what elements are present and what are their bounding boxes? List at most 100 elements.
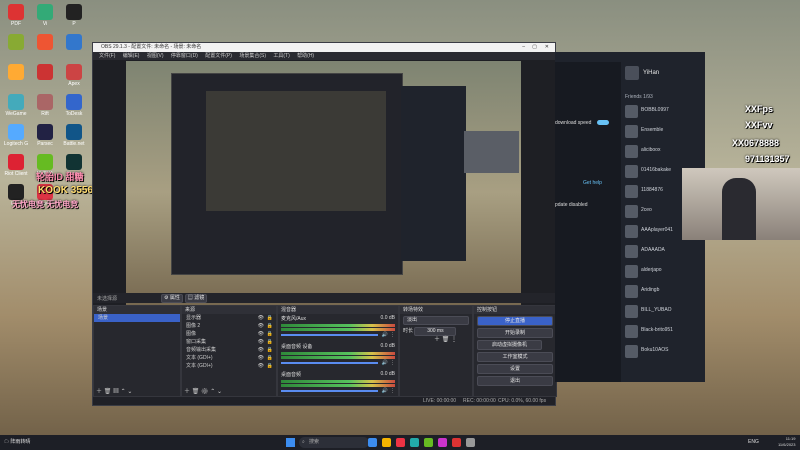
volume-slider[interactable] (281, 362, 378, 364)
source-up-icon[interactable]: ⌃ (210, 389, 215, 395)
desktop-icon[interactable] (3, 64, 29, 81)
add-scene-icon[interactable]: ＋ (96, 389, 102, 395)
source-down-icon[interactable]: ⌄ (217, 389, 222, 395)
desktop-icon[interactable]: Battle.net (61, 124, 87, 147)
visibility-icon[interactable]: 👁 (258, 362, 264, 370)
remove-source-icon[interactable]: 🗑 (192, 389, 200, 395)
friend-item[interactable]: ADAAADA (625, 244, 703, 260)
clock[interactable]: 11:19 11/6/2023 (778, 436, 796, 448)
friend-item[interactable]: BILL_YUBAO (625, 304, 703, 320)
desktop-icon[interactable]: ToDesk (61, 94, 87, 117)
desktop-icon[interactable] (32, 34, 58, 51)
menu-edit[interactable]: 编辑(E) (123, 53, 140, 59)
move-up-icon[interactable]: ⌃ (121, 389, 126, 395)
desktop-icon[interactable]: Rift (32, 94, 58, 117)
download-toggle[interactable] (597, 120, 609, 125)
desktop-icon[interactable]: Apex (61, 64, 87, 87)
visibility-icon[interactable]: 👁 (258, 354, 264, 362)
channel-menu-icon[interactable]: ⋮ (390, 388, 395, 394)
desktop-icon[interactable] (32, 64, 58, 81)
friend-item[interactable]: Ensemble (625, 124, 703, 140)
taskbar-app-icon[interactable] (396, 438, 405, 447)
desktop-icon[interactable] (61, 34, 87, 51)
friend-item[interactable]: aliciboox (625, 144, 703, 160)
move-down-icon[interactable]: ⌄ (127, 389, 132, 395)
friend-item[interactable]: Boku10AOS (625, 344, 703, 360)
obs-preview-canvas[interactable] (126, 61, 521, 324)
channel-menu-icon[interactable]: ⋮ (390, 360, 395, 366)
transition-select[interactable]: 淡出 (403, 316, 469, 325)
remove-scene-icon[interactable]: 🗑 (104, 389, 112, 395)
friend-item[interactable]: Black-brito951 (625, 324, 703, 340)
start-button[interactable] (286, 438, 295, 447)
lock-icon[interactable]: 🔒 (267, 322, 273, 330)
settings-button[interactable]: 设置 (477, 364, 553, 374)
volume-slider[interactable] (281, 334, 378, 336)
start-recording-button[interactable]: 开始录制 (477, 328, 553, 338)
menu-view[interactable]: 视图(V) (147, 53, 164, 59)
visibility-icon[interactable]: 👁 (258, 322, 264, 330)
filters-button[interactable]: ▤ 滤镜 (185, 294, 207, 303)
close-icon[interactable]: ✕ (545, 43, 549, 52)
source-item[interactable]: 图像 2 👁 🔒 (182, 322, 276, 330)
menu-docks[interactable]: 停靠窗口(D) (171, 53, 198, 59)
source-item[interactable]: 文本 (GDI+) 👁 🔒 (182, 354, 276, 362)
desktop-icon[interactable]: Logitech G (3, 124, 29, 147)
lock-icon[interactable]: 🔒 (267, 314, 273, 322)
taskbar-app-icon[interactable] (424, 438, 433, 447)
friend-item[interactable]: alderjapo (625, 264, 703, 280)
speaker-icon[interactable]: 🔊 (382, 388, 388, 394)
visibility-icon[interactable]: 👁 (258, 338, 264, 346)
friend-item[interactable]: BOBBL0997 (625, 104, 703, 120)
source-settings-icon[interactable]: ⚙ (201, 389, 209, 395)
menu-file[interactable]: 文件(F) (99, 53, 115, 59)
desktop-icon[interactable]: Vi (32, 4, 58, 27)
transition-menu-icon[interactable]: ⋮ (451, 337, 457, 343)
desktop-icon[interactable]: P (61, 4, 87, 27)
menu-profile[interactable]: 配置文件(P) (205, 53, 232, 59)
source-item[interactable]: 文本 (GDI+) 👁 🔒 (182, 362, 276, 370)
maximize-icon[interactable]: ▢ (532, 43, 537, 52)
lock-icon[interactable]: 🔒 (267, 354, 273, 362)
friend-item[interactable]: Aridingb (625, 284, 703, 300)
get-help-link[interactable]: Get help (583, 180, 602, 186)
desktop-icon[interactable]: WeGame (3, 94, 29, 117)
desktop-icon[interactable]: PDF (3, 4, 29, 27)
lock-icon[interactable]: 🔒 (267, 346, 273, 354)
minimize-icon[interactable]: – (522, 43, 525, 52)
lock-icon[interactable]: 🔒 (267, 362, 273, 370)
lock-icon[interactable]: 🔒 (267, 330, 273, 338)
taskbar-app-icon[interactable] (438, 438, 447, 447)
add-transition-icon[interactable]: ＋ (434, 337, 440, 343)
taskbar-app-icon[interactable] (368, 438, 377, 447)
taskbar-app-icon[interactable] (410, 438, 419, 447)
menu-tools[interactable]: 工具(T) (273, 53, 289, 59)
desktop-icon[interactable]: Parsec (32, 124, 58, 147)
channel-menu-icon[interactable]: ⋮ (390, 332, 395, 338)
desktop-icon[interactable] (3, 34, 29, 51)
visibility-icon[interactable]: 👁 (258, 314, 264, 322)
remove-transition-icon[interactable]: 🗑 (442, 337, 450, 343)
virtual-camera-button[interactable]: 启动虚拟摄像机 (477, 340, 542, 350)
source-item[interactable]: 图像 👁 🔒 (182, 330, 276, 338)
search-box[interactable]: ⌕ 搜索 (299, 437, 369, 448)
taskbar-app-icon[interactable] (382, 438, 391, 447)
taskbar-app-icon[interactable] (466, 438, 475, 447)
source-item[interactable]: 显示器 👁 🔒 (182, 314, 276, 322)
stop-streaming-button[interactable]: 停止直播 (477, 316, 553, 326)
taskbar-app-icon[interactable] (452, 438, 461, 447)
source-item[interactable]: 窗口采集 👁 🔒 (182, 338, 276, 346)
visibility-icon[interactable]: 👁 (258, 330, 264, 338)
scene-filters-icon[interactable]: ▦ (113, 389, 119, 395)
weather-widget[interactable]: ☁ 阵雨转晴 (4, 437, 44, 448)
studio-mode-button[interactable]: 工作室模式 (477, 352, 553, 362)
lock-icon[interactable]: 🔒 (267, 338, 273, 346)
source-item[interactable]: 音频输出采集 👁 🔒 (182, 346, 276, 354)
menu-scene-collection[interactable]: 场景集合(S) (239, 53, 266, 59)
speaker-icon[interactable]: 🔊 (382, 360, 388, 366)
exit-button[interactable]: 退出 (477, 376, 553, 386)
desktop-icon[interactable]: Riot Client (3, 154, 29, 177)
menu-help[interactable]: 帮助(H) (297, 53, 314, 59)
steam-avatar[interactable] (625, 66, 639, 80)
volume-slider[interactable] (281, 390, 378, 392)
